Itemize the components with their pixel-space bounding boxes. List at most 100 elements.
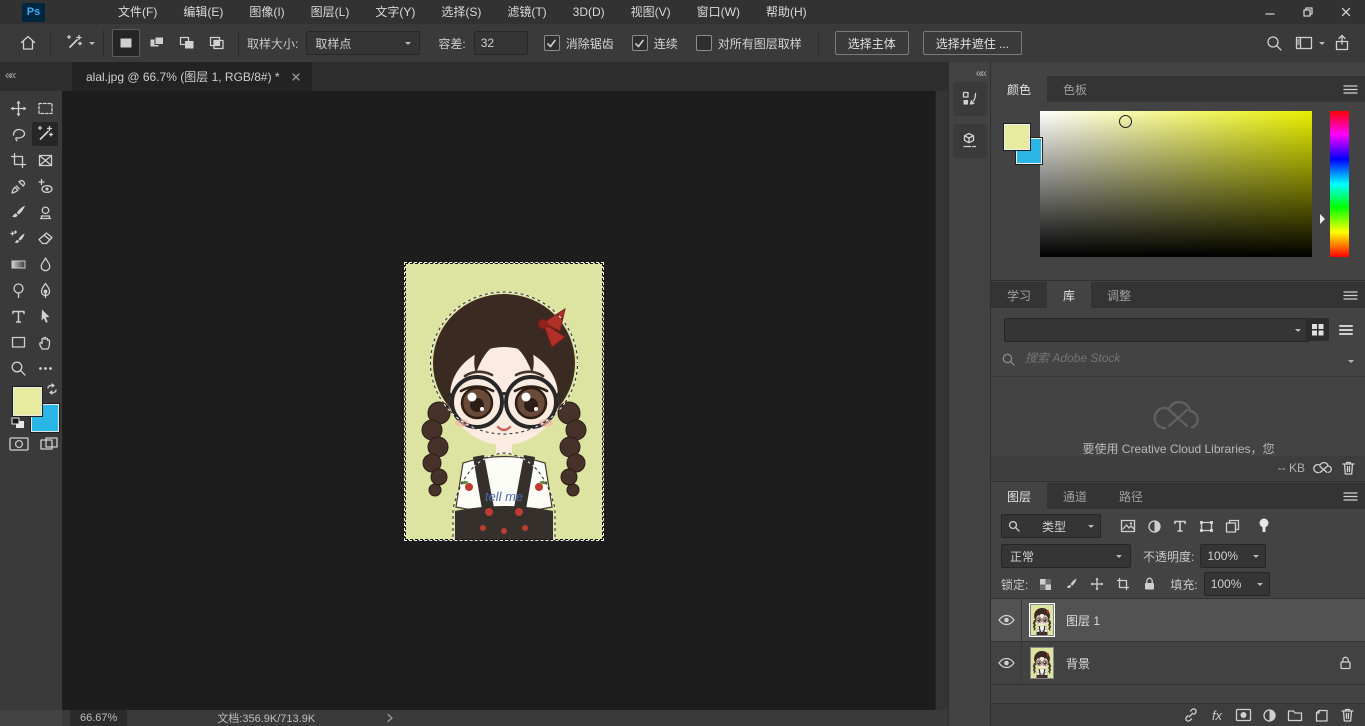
hue-slider-arrow[interactable] — [1320, 214, 1330, 224]
hand-tool-button[interactable] — [32, 330, 58, 354]
more-tools-ellipsis-icon[interactable] — [32, 356, 58, 380]
sample-size-dropdown[interactable]: 取样点 — [306, 31, 420, 55]
tab-channels[interactable]: 通道 — [1047, 483, 1103, 509]
color-picker-ring[interactable] — [1119, 115, 1132, 128]
saturation-brightness-field[interactable] — [1040, 111, 1312, 257]
zoom-level-field[interactable]: 66.67% — [70, 710, 127, 726]
healing-brush-tool-button[interactable] — [32, 174, 58, 198]
menu-image[interactable]: 图像(I) — [236, 0, 297, 24]
link-layers-icon[interactable] — [1178, 705, 1204, 725]
tolerance-input[interactable] — [474, 31, 528, 55]
layer2-thumbnail[interactable] — [1030, 647, 1054, 679]
foreground-color-swatch[interactable] — [13, 387, 42, 416]
rectangular-marquee-tool-button[interactable] — [32, 96, 58, 120]
menu-3d[interactable]: 3D(D) — [560, 0, 618, 24]
layers-panel-menu-icon[interactable] — [1343, 490, 1358, 505]
blur-tool-button[interactable] — [32, 252, 58, 276]
add-to-selection-mode-button[interactable] — [144, 30, 170, 56]
filter-type-layers-icon[interactable] — [1167, 516, 1193, 536]
subtract-from-selection-mode-button[interactable] — [174, 30, 200, 56]
layer-row-background[interactable]: 背景 — [991, 642, 1365, 684]
close-button[interactable] — [1327, 0, 1365, 24]
tab-color[interactable]: 颜色 — [991, 76, 1047, 102]
layer1-thumbnail[interactable] — [1030, 604, 1054, 636]
share-icon[interactable] — [1325, 34, 1359, 52]
menu-filter[interactable]: 滤镜(T) — [494, 0, 559, 24]
filter-shape-layers-icon[interactable] — [1193, 516, 1219, 536]
anti-alias-checkbox[interactable] — [544, 35, 560, 51]
swap-colors-icon[interactable] — [46, 383, 58, 395]
blend-mode-dropdown[interactable]: 正常 — [1001, 544, 1131, 568]
tab-learn[interactable]: 学习 — [991, 282, 1047, 308]
type-tool-button[interactable] — [5, 304, 31, 328]
library-trash-icon[interactable] — [1341, 460, 1356, 476]
layer2-name[interactable]: 背景 — [1066, 655, 1090, 672]
color-panel-foreground-swatch[interactable] — [1004, 124, 1030, 150]
layer1-name[interactable]: 图层 1 — [1066, 612, 1100, 629]
lock-artboard-icon[interactable] — [1110, 574, 1136, 594]
path-selection-tool-button[interactable] — [32, 304, 58, 328]
lock-all-icon[interactable] — [1136, 574, 1162, 594]
adjustment-layer-icon[interactable] — [1256, 705, 1282, 725]
layer1-visibility-toggle[interactable] — [991, 599, 1022, 641]
restore-button[interactable] — [1289, 0, 1327, 24]
filter-adjustment-layers-icon[interactable] — [1141, 516, 1167, 536]
tab-libraries[interactable]: 库 — [1047, 282, 1091, 308]
eraser-tool-button[interactable] — [32, 226, 58, 250]
search-icon[interactable] — [1259, 34, 1289, 52]
menu-layer[interactable]: 图层(L) — [298, 0, 363, 24]
layer-effects-icon[interactable]: fx — [1204, 705, 1230, 725]
lock-transparent-pixels-icon[interactable] — [1032, 574, 1058, 594]
tab-swatches[interactable]: 色板 — [1047, 76, 1103, 102]
gradient-tool-button[interactable] — [5, 252, 31, 276]
filter-pixel-layers-icon[interactable] — [1115, 516, 1141, 536]
layer-filter-type-dropdown[interactable]: 类型 — [1001, 514, 1101, 538]
expand-panels-icon[interactable]: «« — [976, 66, 985, 80]
filter-smart-objects-icon[interactable] — [1219, 516, 1245, 536]
zoom-tool-button[interactable] — [5, 356, 31, 380]
select-subject-button[interactable]: 选择主体 — [835, 31, 909, 55]
frame-tool-button[interactable] — [32, 148, 58, 172]
menu-file[interactable]: 文件(F) — [105, 0, 170, 24]
minimize-button[interactable] — [1251, 0, 1289, 24]
color-panel-menu-icon[interactable] — [1343, 83, 1358, 98]
libraries-panel-menu-icon[interactable] — [1343, 289, 1358, 304]
menu-type[interactable]: 文字(Y) — [362, 0, 428, 24]
history-brush-tool-button[interactable] — [5, 226, 31, 250]
screen-mode-button[interactable] — [38, 436, 60, 452]
intersect-selection-mode-button[interactable] — [204, 30, 230, 56]
contiguous-checkbox[interactable] — [632, 35, 648, 51]
lock-image-pixels-icon[interactable] — [1058, 574, 1084, 594]
fill-dropdown[interactable]: 100% — [1204, 572, 1270, 596]
lasso-tool-button[interactable] — [5, 122, 31, 146]
tab-adjustments[interactable]: 调整 — [1091, 282, 1147, 308]
background-lock-icon[interactable] — [1339, 656, 1352, 670]
delete-layer-trash-icon[interactable] — [1334, 705, 1360, 725]
history-panel-icon[interactable] — [953, 82, 987, 116]
stock-search-chevron-icon[interactable] — [1348, 360, 1354, 366]
new-selection-mode-button[interactable] — [112, 29, 140, 57]
tool-preset-chevron-icon[interactable] — [89, 42, 95, 48]
brush-tool-button[interactable] — [5, 200, 31, 224]
rectangle-tool-button[interactable] — [5, 330, 31, 354]
document-tab-close-icon[interactable] — [290, 71, 302, 83]
magic-wand-tool-button[interactable] — [32, 122, 58, 146]
cc-sync-disabled-icon[interactable] — [1313, 460, 1333, 476]
layer-row-layer1[interactable]: 图层 1 — [991, 599, 1365, 641]
new-group-folder-icon[interactable] — [1282, 705, 1308, 725]
select-and-mask-button[interactable]: 选择并遮住 ... — [923, 31, 1022, 55]
clone-stamp-tool-button[interactable] — [32, 200, 58, 224]
new-layer-icon[interactable] — [1308, 705, 1334, 725]
dodge-tool-button[interactable] — [5, 278, 31, 302]
quick-mask-button[interactable] — [8, 436, 30, 452]
tab-paths[interactable]: 路径 — [1103, 483, 1159, 509]
grid-view-button[interactable] — [1306, 318, 1329, 341]
menu-help[interactable]: 帮助(H) — [753, 0, 820, 24]
adobe-stock-search-input[interactable] — [1023, 350, 1277, 366]
collapse-toolbar-icon[interactable]: «« — [5, 68, 14, 82]
document-image[interactable] — [405, 263, 603, 540]
menu-window[interactable]: 窗口(W) — [684, 0, 753, 24]
properties-panel-icon[interactable] — [953, 124, 987, 158]
add-layer-mask-icon[interactable] — [1230, 705, 1256, 725]
list-view-button[interactable] — [1334, 318, 1357, 341]
